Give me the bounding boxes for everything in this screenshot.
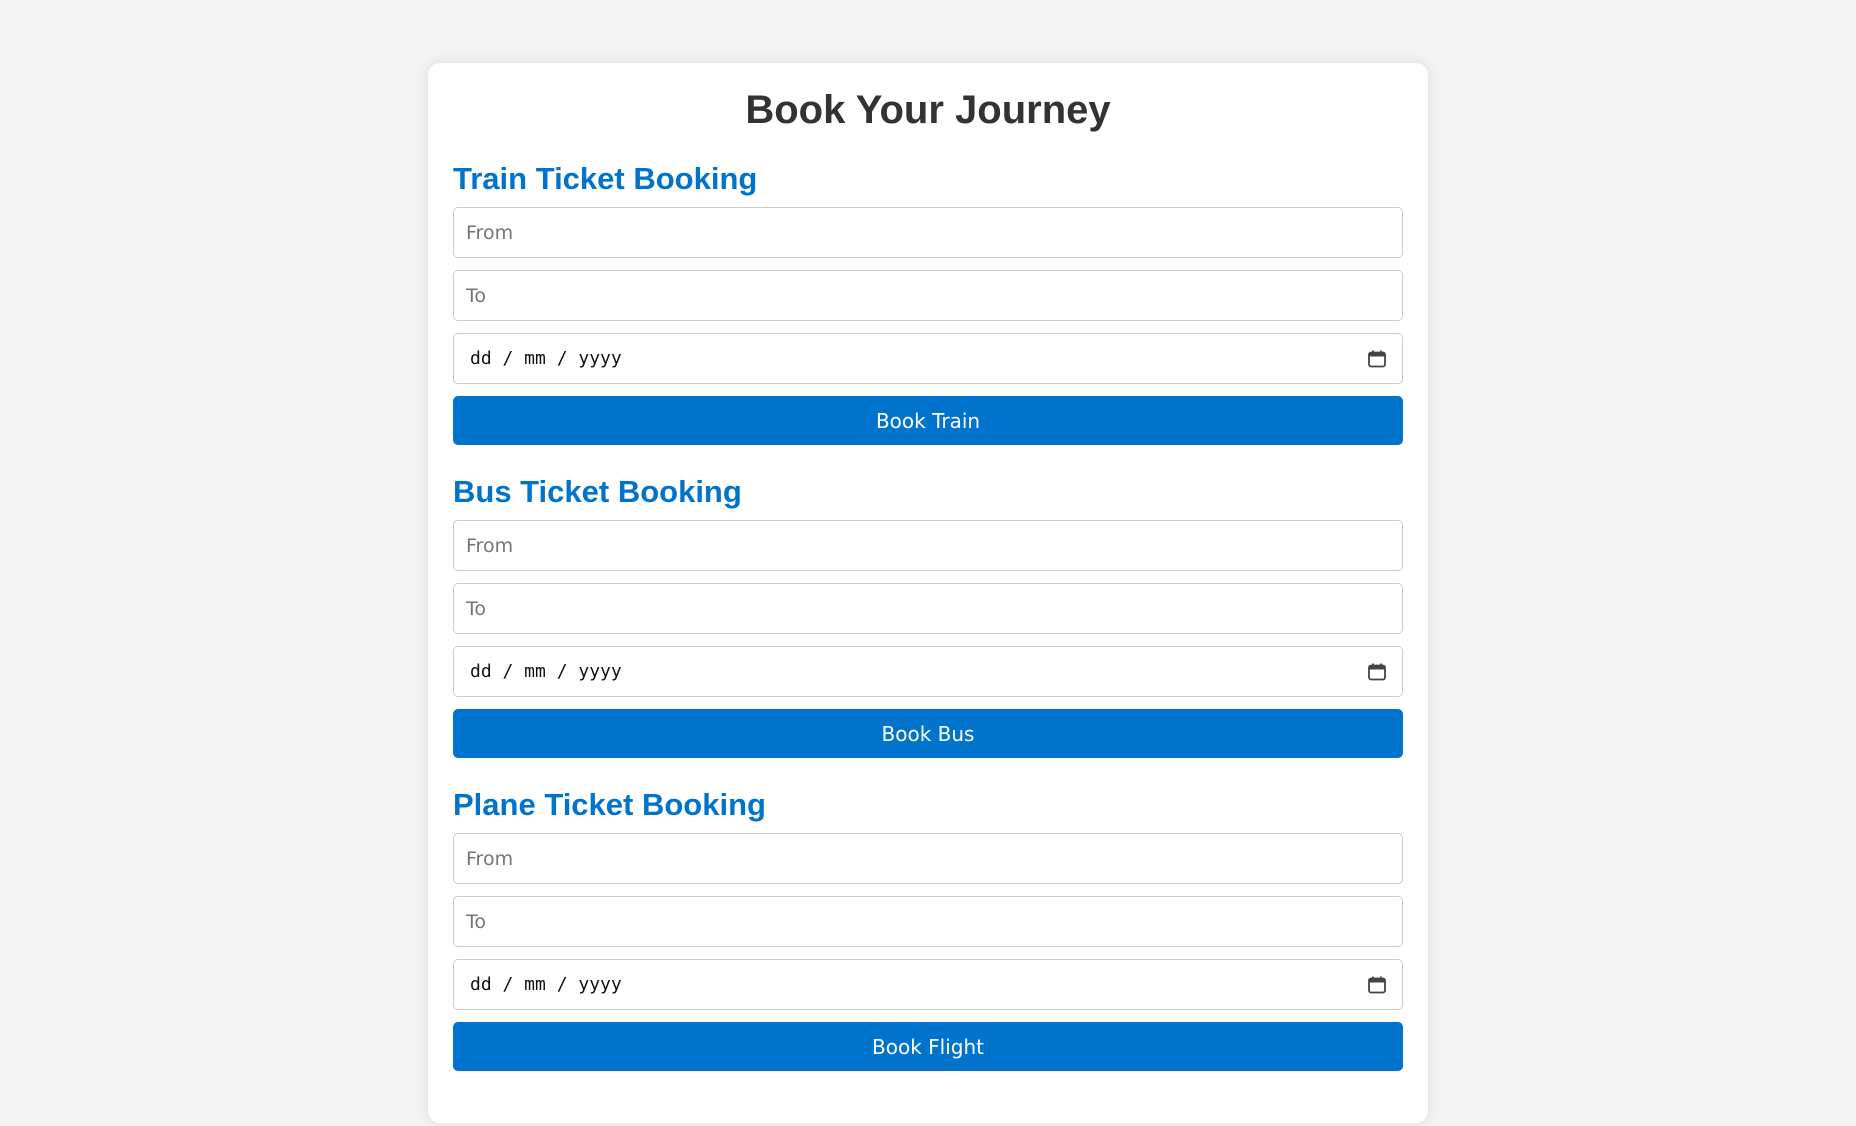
plane-to-input[interactable] [453, 896, 1403, 947]
book-flight-button[interactable]: Book Flight [453, 1022, 1403, 1071]
bus-from-input[interactable] [453, 520, 1403, 571]
book-train-button[interactable]: Book Train [453, 396, 1403, 445]
bus-to-input[interactable] [453, 583, 1403, 634]
page-title: Book Your Journey [745, 88, 1111, 132]
booking-card: Book Your Journey Train Ticket Booking d… [428, 63, 1428, 1123]
bus-date-input[interactable]: dd / mm / yyyy [453, 646, 1403, 697]
plane-from-input[interactable] [453, 833, 1403, 884]
train-booking-section: Train Ticket Booking dd / mm / yyyy Book… [453, 160, 1403, 445]
train-section-title: Train Ticket Booking [453, 161, 758, 196]
bus-section-title: Bus Ticket Booking [453, 474, 742, 509]
plane-booking-section: Plane Ticket Booking dd / mm / yyyy Book… [453, 786, 1403, 1071]
calendar-icon[interactable] [1366, 661, 1388, 683]
train-date-input[interactable]: dd / mm / yyyy [453, 333, 1403, 384]
bus-booking-section: Bus Ticket Booking dd / mm / yyyy Book B… [453, 473, 1403, 758]
calendar-icon[interactable] [1366, 348, 1388, 370]
train-to-input[interactable] [453, 270, 1403, 321]
plane-section-title: Plane Ticket Booking [453, 787, 766, 822]
plane-date-placeholder: dd / mm / yyyy [470, 974, 622, 995]
calendar-icon[interactable] [1366, 974, 1388, 996]
train-date-placeholder: dd / mm / yyyy [470, 348, 622, 369]
train-from-input[interactable] [453, 207, 1403, 258]
plane-date-input[interactable]: dd / mm / yyyy [453, 959, 1403, 1010]
book-bus-button[interactable]: Book Bus [453, 709, 1403, 758]
bus-date-placeholder: dd / mm / yyyy [470, 661, 622, 682]
